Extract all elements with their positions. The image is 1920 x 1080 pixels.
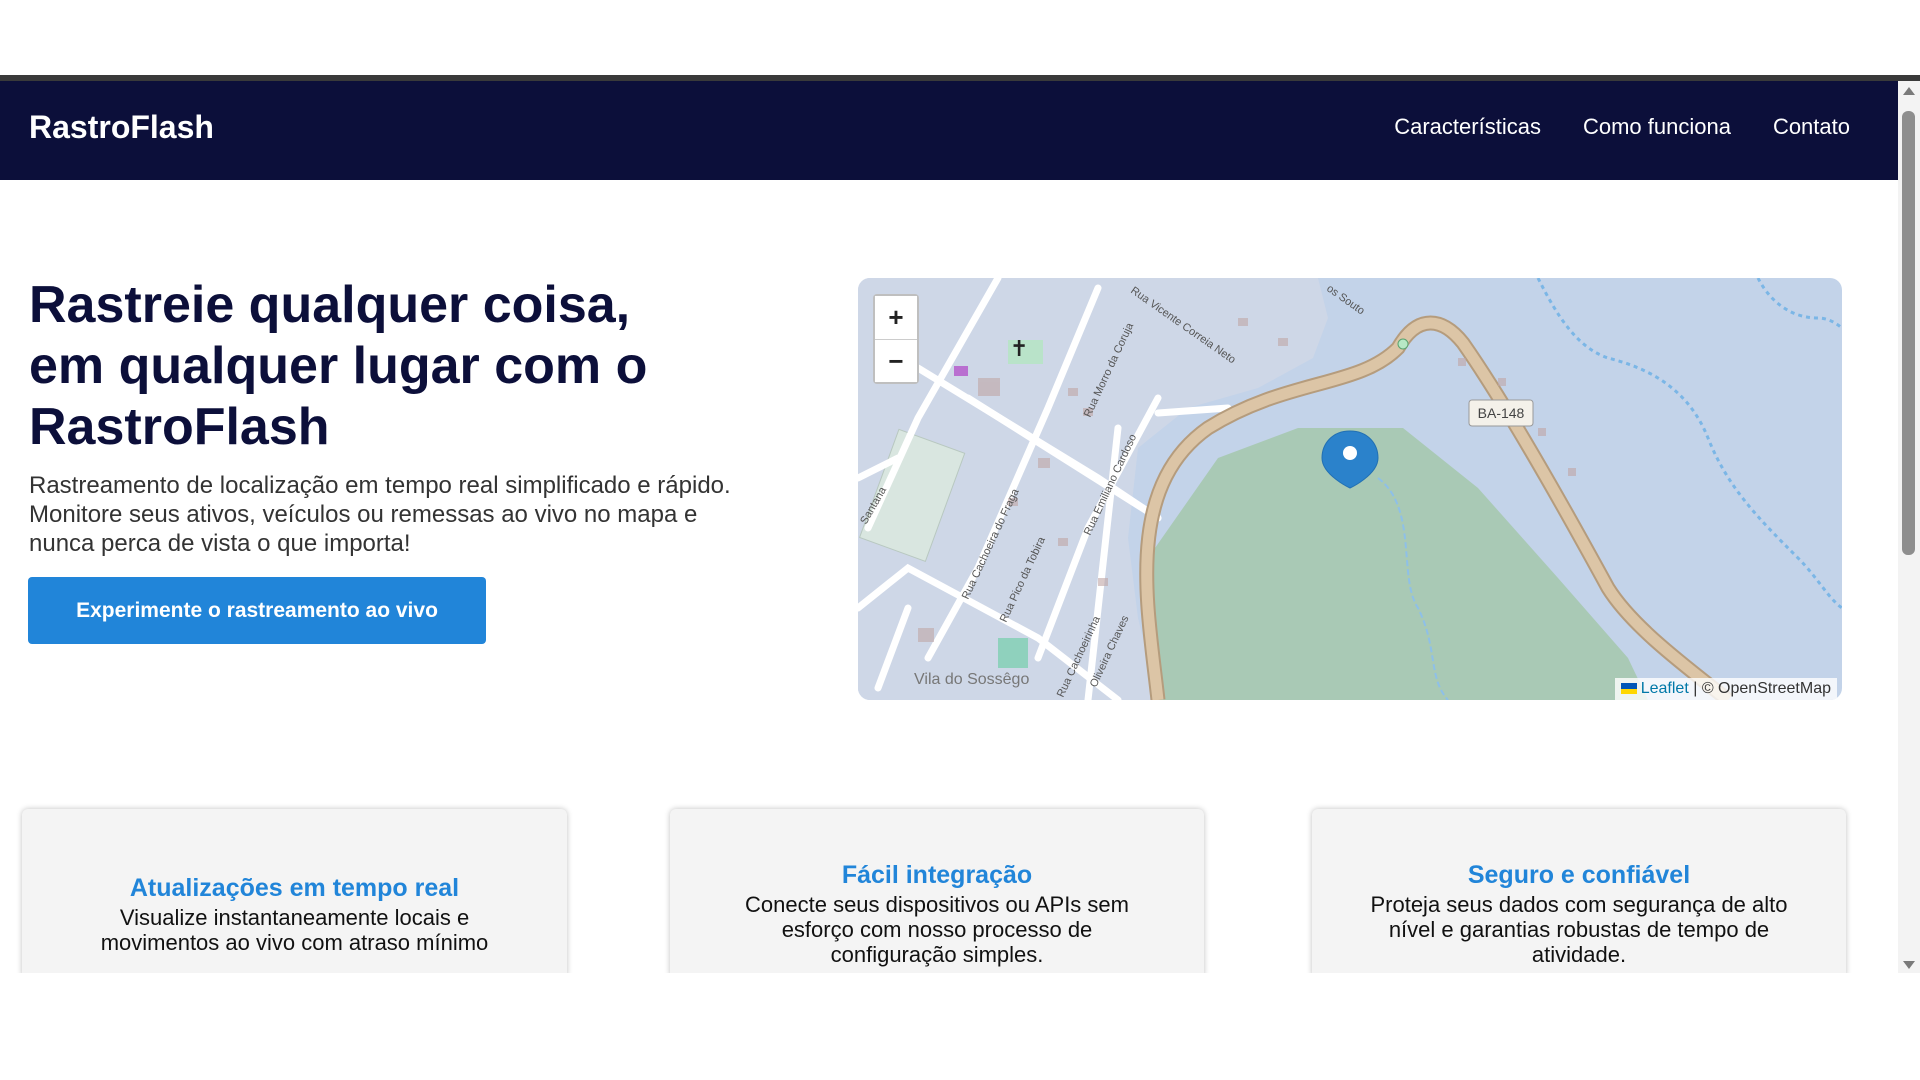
vertical-scrollbar[interactable] <box>1898 81 1920 973</box>
shop-icon <box>954 366 968 376</box>
zoom-in-button[interactable]: + <box>875 296 917 339</box>
road-shield-ba148: BA-148 <box>1468 399 1534 427</box>
map-attribution: Leaflet | © OpenStreetMap <box>1614 678 1837 700</box>
green-area <box>998 638 1028 668</box>
scroll-down-arrow-icon[interactable] <box>1903 961 1915 969</box>
cemetery-icon: ✝ <box>1010 337 1028 362</box>
hero-subtitle: Rastreamento de localização em tempo rea… <box>29 472 731 557</box>
place-label: Vila do Sossêgo <box>914 671 1029 688</box>
hero-title: Rastreie qualquer coisa, em qualquer lug… <box>29 276 648 456</box>
nav-link-features[interactable]: Características <box>1394 114 1541 140</box>
feature-text: Proteja seus dados com segurança de alto… <box>1370 892 1788 967</box>
nav-links: Características Como funciona Contato <box>1394 114 1850 140</box>
zoom-out-button[interactable]: − <box>875 339 917 382</box>
map-tiles: Rua Vicente Correia Neto Rua Morro da Co… <box>858 278 1842 700</box>
osm-attribution: | © OpenStreetMap <box>1688 680 1831 697</box>
street-label: os Souto <box>1324 283 1366 318</box>
feature-title: Atualizações em tempo real <box>129 874 460 902</box>
feature-text: Visualize instantaneamente locais e movi… <box>100 905 489 955</box>
leaflet-link[interactable]: Leaflet <box>1641 680 1689 697</box>
live-map[interactable]: Rua Vicente Correia Neto Rua Morro da Co… <box>858 278 1842 700</box>
browser-viewport: RastroFlash Características Como funcion… <box>0 75 1920 973</box>
ukraine-flag-icon <box>1620 683 1637 695</box>
brand-logo[interactable]: RastroFlash <box>29 109 214 146</box>
scroll-up-arrow-icon[interactable] <box>1903 87 1915 95</box>
river-boundary-2 <box>1756 278 1842 330</box>
navbar: RastroFlash Características Como funcion… <box>0 81 1898 180</box>
roundabout <box>1397 338 1409 350</box>
feature-title: Seguro e confiável <box>1467 861 1691 889</box>
svg-text:BA-148: BA-148 <box>1478 405 1525 421</box>
feature-title: Fácil integração <box>841 861 1033 889</box>
feature-card-realtime: Atualizações em tempo real Visualize ins… <box>22 809 567 973</box>
feature-text: Conecte seus dispositivos ou APIs sem es… <box>745 892 1129 967</box>
feature-card-security: Seguro e confiável Proteja seus dados co… <box>1312 809 1846 973</box>
nav-link-contact[interactable]: Contato <box>1773 114 1850 140</box>
scroll-thumb[interactable] <box>1902 111 1915 555</box>
feature-card-integration: Fácil integração Conecte seus dispositiv… <box>670 809 1204 973</box>
cta-live-tracking-button[interactable]: Experimente o rastreamento ao vivo <box>28 577 486 644</box>
nav-link-how-it-works[interactable]: Como funciona <box>1583 114 1731 140</box>
zoom-control: + − <box>873 294 919 384</box>
